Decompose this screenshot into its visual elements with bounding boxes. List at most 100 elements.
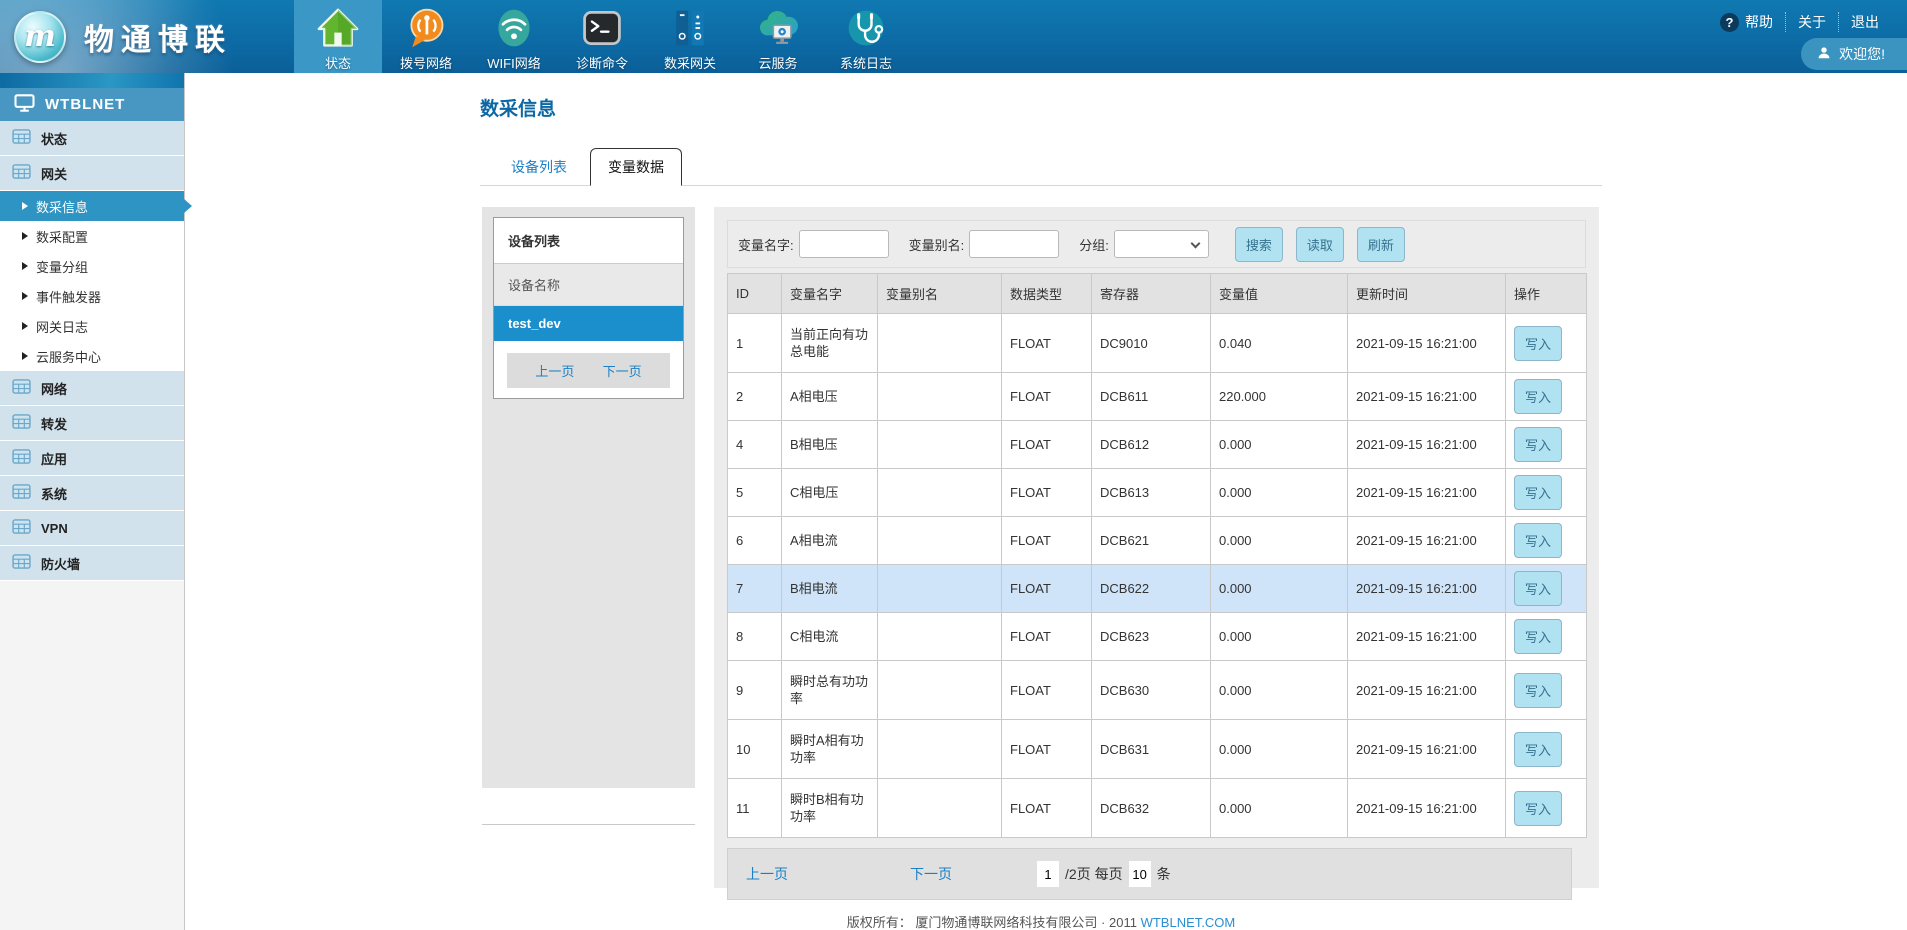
col-header-id: ID <box>728 274 782 314</box>
syslog-stethoscope-icon <box>843 5 889 51</box>
table-row[interactable]: 10 瞬时A相有功功率 FLOAT DCB631 0.000 2021-09-1… <box>728 720 1587 779</box>
sidebar-item-gateway-log[interactable]: 网关日志 <box>0 311 184 341</box>
sidebar-header: WTBLNET <box>0 88 184 121</box>
write-button[interactable]: 写入 <box>1514 791 1562 826</box>
grid-icon <box>12 554 31 572</box>
page-size-unit: 条 <box>1157 864 1171 884</box>
sidebar-item-application[interactable]: 应用 <box>0 441 184 476</box>
user-icon <box>1817 46 1831 63</box>
wtblnet-link[interactable]: WTBLNET.COM <box>1141 915 1236 930</box>
logo-letter: m <box>24 22 56 52</box>
nav-item-cloud-service[interactable]: 云服务 <box>734 0 822 73</box>
next-page-link[interactable]: 下一页 <box>910 864 952 884</box>
dial-network-icon <box>403 5 449 51</box>
table-row[interactable]: 9 瞬时总有功功率 FLOAT DCB630 0.000 2021-09-15 … <box>728 661 1587 720</box>
nav-item-system-log[interactable]: 系统日志 <box>822 0 910 73</box>
group-select[interactable] <box>1114 230 1209 258</box>
sidebar-item-data-collection-info[interactable]: 数采信息 <box>0 191 184 221</box>
table-row[interactable]: 5 C相电压 FLOAT DCB613 0.000 2021-09-15 16:… <box>728 469 1587 517</box>
caret-right-icon <box>22 352 28 360</box>
caret-right-icon <box>22 232 28 240</box>
write-button[interactable]: 写入 <box>1514 326 1562 361</box>
grid-icon <box>12 379 31 397</box>
nav-item-dial-network[interactable]: 拨号网络 <box>382 0 470 73</box>
page-size-input[interactable] <box>1129 861 1151 887</box>
variable-alias-input[interactable] <box>969 230 1059 258</box>
search-button[interactable]: 搜索 <box>1235 227 1283 262</box>
help-link[interactable]: 帮助 <box>1733 12 1785 32</box>
write-button[interactable]: 写入 <box>1514 571 1562 606</box>
write-button[interactable]: 写入 <box>1514 523 1562 558</box>
brand-logo-icon: m <box>14 11 66 63</box>
prev-page-link[interactable]: 上一页 <box>746 864 788 884</box>
write-button[interactable]: 写入 <box>1514 475 1562 510</box>
nav-item-status[interactable]: 状态 <box>294 0 382 73</box>
device-next-page-link[interactable]: 下一页 <box>603 361 642 380</box>
nav-label: 云服务 <box>758 53 797 72</box>
col-header-operation: 操作 <box>1506 274 1587 314</box>
variable-name-input[interactable] <box>799 230 889 258</box>
welcome-text: 欢迎您! <box>1839 44 1885 64</box>
divider <box>482 824 695 825</box>
table-row[interactable]: 8 C相电流 FLOAT DCB623 0.000 2021-09-15 16:… <box>728 613 1587 661</box>
device-prev-page-link[interactable]: 上一页 <box>535 361 574 380</box>
sidebar-item-vpn[interactable]: VPN <box>0 511 184 546</box>
sidebar-item-cloud-service-center[interactable]: 云服务中心 <box>0 341 184 371</box>
sidebar-item-label: 转发 <box>41 414 67 433</box>
write-button[interactable]: 写入 <box>1514 619 1562 654</box>
page-number-input[interactable] <box>1037 861 1059 887</box>
sidebar-item-gateway[interactable]: 网关 <box>0 156 184 191</box>
table-row-selected[interactable]: 7 B相电流 FLOAT DCB622 0.000 2021-09-15 16:… <box>728 565 1587 613</box>
sidebar-item-variable-group[interactable]: 变量分组 <box>0 251 184 281</box>
nav-item-data-gateway[interactable]: 数采网关 <box>646 0 734 73</box>
col-header-variable-name: 变量名字 <box>782 274 878 314</box>
col-header-variable-value: 变量值 <box>1211 274 1348 314</box>
sidebar-item-data-collection-config[interactable]: 数采配置 <box>0 221 184 251</box>
terminal-icon <box>579 5 625 51</box>
sidebar-filler <box>0 581 184 930</box>
nav-item-diagnostic-command[interactable]: 诊断命令 <box>558 0 646 73</box>
sidebar-item-label: 状态 <box>41 129 67 148</box>
sidebar-item-label: 防火墙 <box>41 554 80 573</box>
sidebar-item-label: 数采信息 <box>36 197 88 216</box>
device-list-pager: 上一页 下一页 <box>507 353 670 388</box>
caret-right-icon <box>22 322 28 330</box>
grid-icon <box>12 484 31 502</box>
sidebar-item-forwarding[interactable]: 转发 <box>0 406 184 441</box>
sidebar-item-event-trigger[interactable]: 事件触发器 <box>0 281 184 311</box>
table-row[interactable]: 1 当前正向有功总电能 FLOAT DC9010 0.040 2021-09-1… <box>728 314 1587 373</box>
nav-item-wifi-network[interactable]: WIFI网络 <box>470 0 558 73</box>
sidebar-item-status[interactable]: 状态 <box>0 121 184 156</box>
sidebar-item-label: 网关日志 <box>36 317 88 336</box>
device-item-test-dev[interactable]: test_dev <box>494 306 683 341</box>
write-button[interactable]: 写入 <box>1514 427 1562 462</box>
write-button[interactable]: 写入 <box>1514 732 1562 767</box>
sidebar-item-label: 网络 <box>41 379 67 398</box>
tab-device-list[interactable]: 设备列表 <box>494 149 584 185</box>
read-button[interactable]: 读取 <box>1296 227 1344 262</box>
table-row[interactable]: 2 A相电压 FLOAT DCB611 220.000 2021-09-15 1… <box>728 373 1587 421</box>
footer: 版权所有： 厦门物通博联网络科技有限公司 · 2011 WTBLNET.COM <box>480 912 1602 930</box>
table-row[interactable]: 11 瞬时B相有功功率 FLOAT DCB632 0.000 2021-09-1… <box>728 779 1587 838</box>
write-button[interactable]: 写入 <box>1514 379 1562 414</box>
tab-variable-data[interactable]: 变量数据 <box>590 148 682 186</box>
sidebar-item-network[interactable]: 网络 <box>0 371 184 406</box>
refresh-button[interactable]: 刷新 <box>1357 227 1405 262</box>
table-row[interactable]: 4 B相电压 FLOAT DCB612 0.000 2021-09-15 16:… <box>728 421 1587 469</box>
device-list-panel: 设备列表 设备名称 test_dev 上一页 下一页 <box>493 217 684 399</box>
write-button[interactable]: 写入 <box>1514 673 1562 708</box>
sidebar-item-label: VPN <box>41 521 68 536</box>
device-list-column: 设备列表 设备名称 test_dev 上一页 下一页 <box>482 207 695 825</box>
sidebar-item-system[interactable]: 系统 <box>0 476 184 511</box>
sidebar-item-label: 变量分组 <box>36 257 88 276</box>
monitor-icon <box>14 94 35 116</box>
sidebar-item-firewall[interactable]: 防火墙 <box>0 546 184 581</box>
gateway-icon <box>667 5 713 51</box>
table-row[interactable]: 6 A相电流 FLOAT DCB621 0.000 2021-09-15 16:… <box>728 517 1587 565</box>
nav-label: 数采网关 <box>664 53 716 72</box>
logout-link[interactable]: 退出 <box>1838 12 1891 32</box>
cloud-icon <box>755 5 801 51</box>
home-icon <box>315 5 361 51</box>
col-header-register: 寄存器 <box>1092 274 1211 314</box>
about-link[interactable]: 关于 <box>1785 12 1838 32</box>
